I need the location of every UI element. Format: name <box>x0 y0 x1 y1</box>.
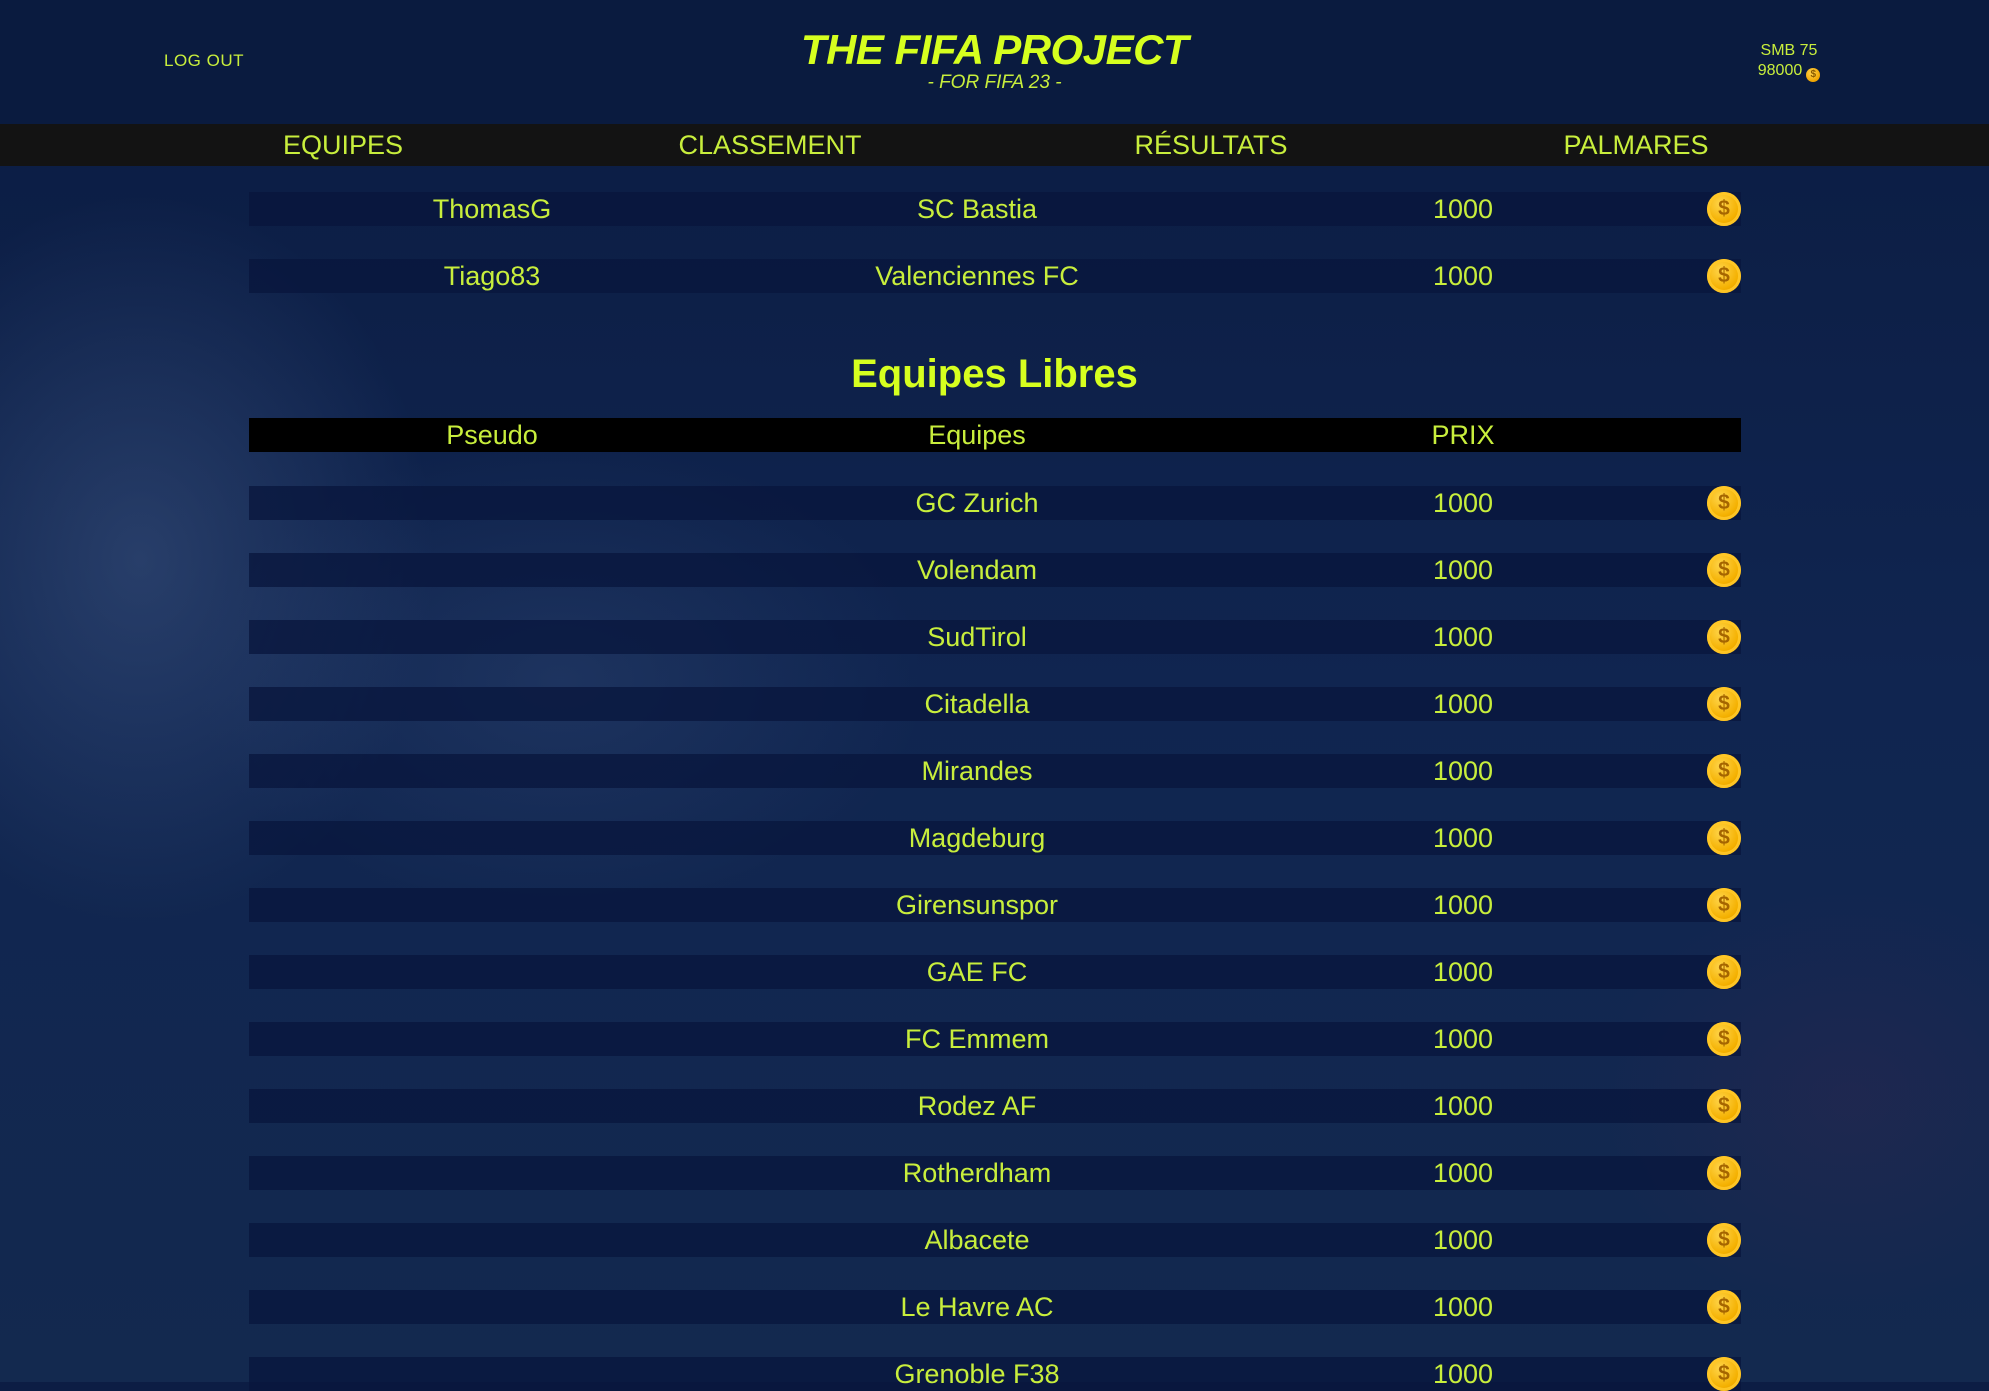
team-cell: Girensunspor <box>895 890 1059 920</box>
price-cell: 1000 <box>1432 622 1494 652</box>
pseudo-cell: ThomasG <box>432 194 552 224</box>
team-cell: Grenoble F38 <box>894 1359 1060 1389</box>
main-nav: EQUIPES CLASSEMENT RÉSULTATS PALMARES <box>0 124 1989 166</box>
buy-coin-icon[interactable]: $ <box>1707 955 1741 989</box>
buy-coin-icon[interactable]: $ <box>1707 1357 1741 1391</box>
pseudo-cell <box>249 486 735 520</box>
table-row: FC Emmem 1000 $ <box>249 1022 1741 1056</box>
user-balance-line: 98000 $ <box>1744 61 1834 82</box>
price-cell: 1000 <box>1432 1359 1494 1389</box>
team-cell: FC Emmem <box>905 1024 1049 1054</box>
team-cell: Le Havre AC <box>900 1292 1054 1322</box>
table-row: Rodez AF 1000 $ <box>249 1089 1741 1123</box>
pseudo-cell <box>249 955 735 989</box>
price-cell: 1000 <box>1432 689 1494 719</box>
buy-coin-icon[interactable]: $ <box>1707 192 1741 226</box>
table-row: Albacete 1000 $ <box>249 1223 1741 1257</box>
nav-item-palmares[interactable]: PALMARES <box>1486 124 1786 166</box>
table-row: Magdeburg 1000 $ <box>249 821 1741 855</box>
price-cell: 1000 <box>1432 957 1494 987</box>
buy-coin-icon[interactable]: $ <box>1707 1089 1741 1123</box>
price-cell: 1000 <box>1432 1158 1494 1188</box>
app-subtitle: - FOR FIFA 23 - <box>927 72 1062 93</box>
team-cell: Rodez AF <box>917 1091 1037 1121</box>
team-cell: GC Zurich <box>915 488 1039 518</box>
table-row: Le Havre AC 1000 $ <box>249 1290 1741 1324</box>
header-pseudo: Pseudo <box>446 420 538 450</box>
pseudo-cell <box>249 1357 735 1391</box>
team-cell: GAE FC <box>926 957 1028 987</box>
price-cell: 1000 <box>1432 1292 1494 1322</box>
price-cell: 1000 <box>1432 488 1494 518</box>
pseudo-cell <box>249 1089 735 1123</box>
price-cell: 1000 <box>1432 1225 1494 1255</box>
price-cell: 1000 <box>1432 555 1494 585</box>
header-equipes: Equipes <box>928 420 1026 450</box>
table-row: Grenoble F38 1000 $ <box>249 1357 1741 1391</box>
buy-coin-icon[interactable]: $ <box>1707 1022 1741 1056</box>
team-cell: Rotherdham <box>902 1158 1052 1188</box>
pseudo-cell <box>249 687 735 721</box>
table-row: GAE FC 1000 $ <box>249 955 1741 989</box>
pseudo-cell <box>249 888 735 922</box>
pseudo-cell <box>249 553 735 587</box>
pseudo-cell <box>249 754 735 788</box>
table-row: Citadella 1000 $ <box>249 687 1741 721</box>
price-cell: 1000 <box>1432 823 1494 853</box>
nav-item-classement[interactable]: CLASSEMENT <box>620 124 920 166</box>
buy-coin-icon[interactable]: $ <box>1707 553 1741 587</box>
buy-coin-icon[interactable]: $ <box>1707 620 1741 654</box>
pseudo-cell <box>249 620 735 654</box>
pseudo-cell <box>249 1223 735 1257</box>
app-title: THE FIFA PROJECT <box>800 26 1189 73</box>
table-row: Volendam 1000 $ <box>249 553 1741 587</box>
team-cell: Albacete <box>924 1225 1030 1255</box>
team-cell: Valenciennes FC <box>875 261 1079 291</box>
price-cell: 1000 <box>1432 1024 1494 1054</box>
user-info: SMB 75 98000 $ <box>1744 41 1834 82</box>
top-header: LOG OUT THE FIFA PROJECT - FOR FIFA 23 -… <box>0 0 1989 124</box>
table-row: SudTirol 1000 $ <box>249 620 1741 654</box>
buy-coin-icon[interactable]: $ <box>1707 259 1741 293</box>
brand: THE FIFA PROJECT - FOR FIFA 23 - <box>0 24 1989 94</box>
team-cell: Mirandes <box>921 756 1033 786</box>
pseudo-cell <box>249 821 735 855</box>
pseudo-cell <box>249 1022 735 1056</box>
team-cell: Magdeburg <box>908 823 1046 853</box>
pseudo-cell: Tiago83 <box>443 261 541 291</box>
buy-coin-icon[interactable]: $ <box>1707 1156 1741 1190</box>
price-cell: 1000 <box>1432 756 1494 786</box>
table-row: Girensunspor 1000 $ <box>249 888 1741 922</box>
price-cell: 1000 <box>1432 1091 1494 1121</box>
pseudo-cell <box>249 1290 735 1324</box>
table-row: Rotherdham 1000 $ <box>249 1156 1741 1190</box>
price-cell: 1000 <box>1432 194 1494 224</box>
table-header: Pseudo Equipes PRIX <box>249 418 1741 452</box>
nav-item-equipes[interactable]: EQUIPES <box>193 124 493 166</box>
team-cell: SudTirol <box>927 622 1027 652</box>
header-prix: PRIX <box>1431 420 1495 450</box>
team-cell: SC Bastia <box>916 194 1038 224</box>
coin-icon: $ <box>1806 68 1821 82</box>
buy-coin-icon[interactable]: $ <box>1707 1223 1741 1257</box>
pseudo-cell <box>249 1156 735 1190</box>
buy-coin-icon[interactable]: $ <box>1707 1290 1741 1324</box>
buy-coin-icon[interactable]: $ <box>1707 486 1741 520</box>
section-title-equipes-libres: Equipes Libres <box>851 352 1138 396</box>
table-row: GC Zurich 1000 $ <box>249 486 1741 520</box>
buy-coin-icon[interactable]: $ <box>1707 687 1741 721</box>
team-cell: Volendam <box>916 555 1038 585</box>
table-row: ThomasG SC Bastia 1000 $ <box>249 192 1741 226</box>
buy-coin-icon[interactable]: $ <box>1707 888 1741 922</box>
user-balance: 98000 <box>1757 62 1803 79</box>
buy-coin-icon[interactable]: $ <box>1707 821 1741 855</box>
table-row: Mirandes 1000 $ <box>249 754 1741 788</box>
price-cell: 1000 <box>1432 890 1494 920</box>
buy-coin-icon[interactable]: $ <box>1707 754 1741 788</box>
team-cell: Citadella <box>924 689 1030 719</box>
price-cell: 1000 <box>1432 261 1494 291</box>
table-row: Tiago83 Valenciennes FC 1000 $ <box>249 259 1741 293</box>
user-name: SMB 75 <box>1760 42 1818 59</box>
nav-item-resultats[interactable]: RÉSULTATS <box>1061 124 1361 166</box>
